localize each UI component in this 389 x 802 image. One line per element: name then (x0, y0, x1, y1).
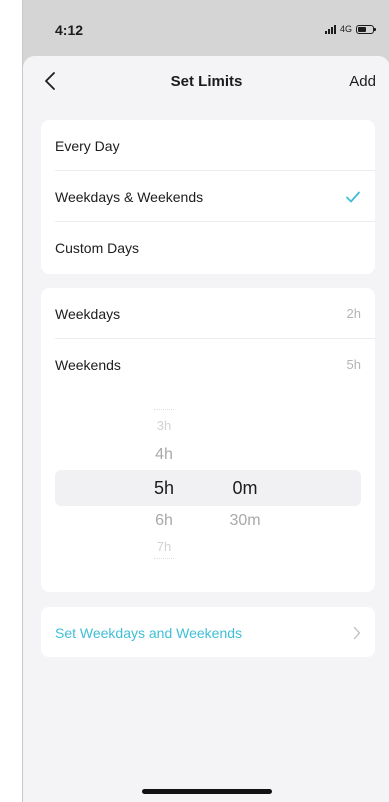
chevron-right-icon (353, 626, 361, 639)
picker-fade-marker (154, 409, 174, 411)
checkmark-icon (346, 191, 360, 202)
limit-label: Weekends (55, 356, 121, 373)
battery-icon (356, 24, 376, 34)
limit-value: 2h (346, 306, 361, 321)
hour-selected: 5h (153, 478, 175, 498)
limit-row-weekends[interactable]: Weekends 5h (41, 339, 375, 390)
network-label: 4G (339, 24, 352, 34)
home-indicator[interactable] (142, 789, 272, 794)
picker-selection-band (55, 470, 361, 506)
day-options-card: Every Day Weekdays & Weekends Custom Day… (41, 120, 375, 274)
minutes-picker-column[interactable]: 0m 30m (215, 391, 275, 571)
time-picker: 3h 4h 5h 6h 7h 0m 30m (41, 391, 375, 571)
option-weekdays-weekends[interactable]: Weekdays & Weekends (41, 171, 375, 222)
status-indicators: 4G (324, 24, 376, 34)
option-label: Every Day (55, 137, 120, 154)
option-label: Custom Days (55, 239, 140, 256)
hours-picker-column[interactable]: 3h 4h 5h 6h 7h (134, 391, 194, 571)
signal-icon (324, 24, 336, 34)
set-limits-sheet: Set Limits Add Every Day Weekdays & Week… (23, 56, 389, 802)
limits-card: Weekdays 2h Weekends 5h 3h 4h 5h 6h 7h 0… (41, 288, 375, 592)
option-every-day[interactable]: Every Day (41, 120, 375, 171)
page-title: Set Limits (170, 73, 243, 90)
limit-value: 5h (346, 357, 361, 372)
limit-row-weekdays[interactable]: Weekdays 2h (41, 288, 375, 339)
option-label: Weekdays & Weekends (55, 188, 204, 205)
set-weekdays-weekends-button[interactable]: Set Weekdays and Weekends (41, 607, 375, 657)
action-label: Set Weekdays and Weekends (55, 624, 243, 641)
option-custom-days[interactable]: Custom Days (41, 222, 375, 273)
hour-option: 3h (156, 418, 172, 433)
minute-option: 30m (229, 512, 261, 529)
minute-selected: 0m (232, 478, 258, 498)
hour-option: 7h (156, 539, 172, 554)
hour-option: 6h (155, 512, 173, 529)
set-weekdays-weekends-card: Set Weekdays and Weekends (41, 607, 375, 657)
hour-option: 4h (155, 446, 173, 463)
status-bar: 4:12 4G (23, 0, 389, 56)
status-time: 4:12 (55, 22, 84, 38)
limit-label: Weekdays (55, 305, 121, 322)
add-button[interactable]: Add (349, 73, 376, 90)
navigation-bar: Set Limits Add (23, 56, 389, 108)
device-screen: 4:12 4G Set Limits Add Every Day Weekday… (22, 0, 389, 802)
picker-fade-marker (154, 558, 174, 560)
